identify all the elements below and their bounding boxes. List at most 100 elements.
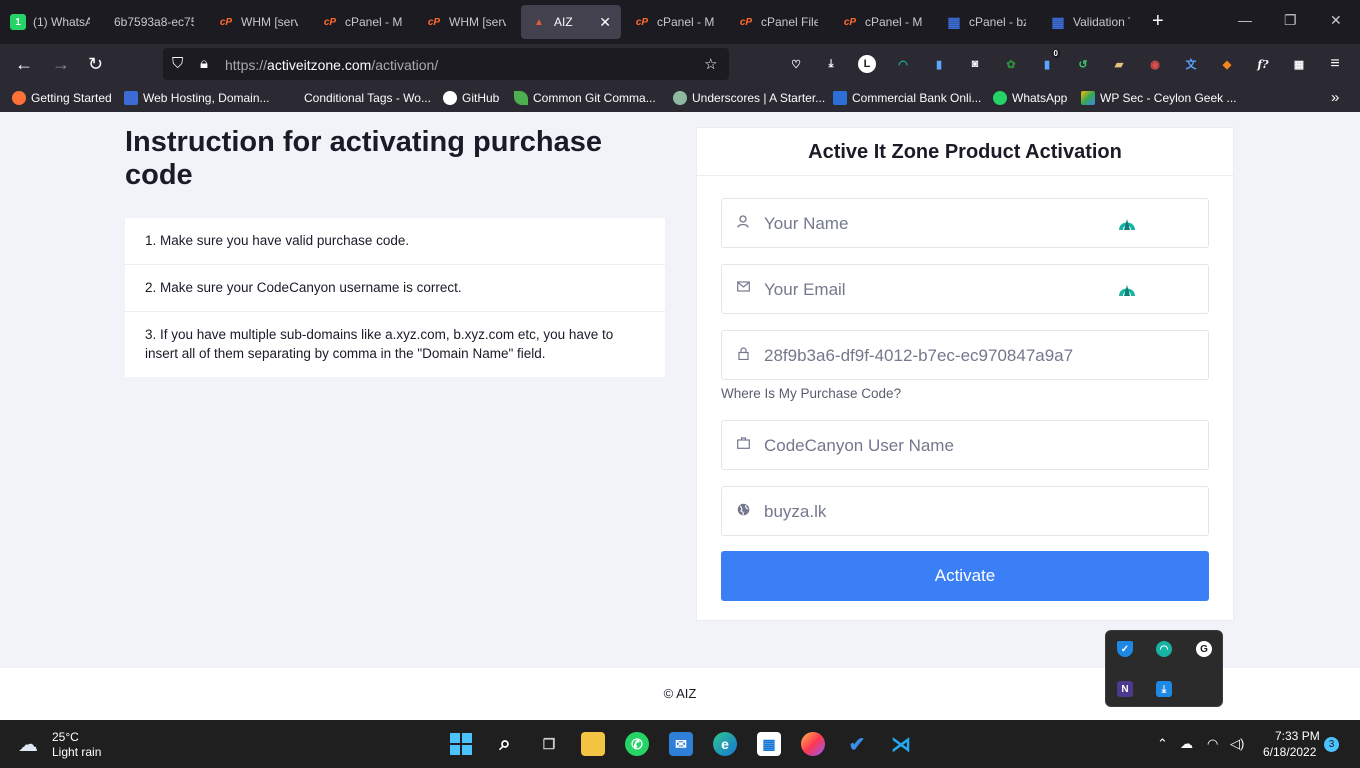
tab-cpanel-bz[interactable]: ▦ cPanel - bz xyxy=(936,5,1036,39)
download-icon[interactable]: ⤓ xyxy=(822,55,840,73)
email-placeholder: Your Email xyxy=(764,280,846,299)
bookmark-git-commands[interactable]: Common Git Comma... xyxy=(514,91,656,105)
clock-time[interactable]: 7:33 PM xyxy=(1275,729,1320,743)
notification-badge[interactable]: 3 xyxy=(1324,737,1339,752)
domain-field[interactable]: buyza.lk xyxy=(721,486,1209,536)
vpn-icon[interactable]: ◠ xyxy=(894,55,912,73)
email-field[interactable]: Your Email xyxy=(721,264,1209,314)
bookmark-getting-started[interactable]: Getting Started xyxy=(12,91,112,105)
mail-icon xyxy=(736,281,750,297)
tab-whm-2[interactable]: cP WHM [serv xyxy=(416,5,516,39)
bank-icon xyxy=(833,91,847,105)
card-title: Active It Zone Product Activation xyxy=(697,128,1233,176)
underscores-icon xyxy=(673,91,687,105)
record-icon[interactable]: ◉ xyxy=(1146,55,1164,73)
cpanel-icon: cP xyxy=(427,16,441,28)
notes-icon[interactable]: ▰ xyxy=(1110,55,1128,73)
forward-icon[interactable]: → xyxy=(52,54,70,75)
search-icon[interactable]: ⌕ xyxy=(493,732,517,756)
bookmarks-overflow-icon[interactable]: » xyxy=(1331,89,1339,106)
lock-icon[interactable]: 🔒︎ xyxy=(200,55,208,72)
browser-tab-bar: 1 (1) WhatsAp 6b7593a8-ec75 cP WHM [serv… xyxy=(0,0,1360,44)
tab-uuid[interactable]: 6b7593a8-ec75 xyxy=(104,5,204,39)
grammarly-icon[interactable]: G xyxy=(1196,641,1212,657)
purchase-code-field[interactable]: 28f9b3a6-df9f-4012-b7ec-ec970847a9a7 xyxy=(721,330,1209,380)
clock-date[interactable]: 6/18/2022 xyxy=(1263,745,1316,759)
screenshot-icon[interactable]: ◙ xyxy=(966,55,984,73)
security-icon[interactable]: ✓ xyxy=(1117,641,1133,657)
edge-icon[interactable]: e xyxy=(713,732,737,756)
globe-icon xyxy=(736,503,750,519)
url-bar[interactable]: ⛉ 🔒︎ https://activeitzone.com/activation… xyxy=(163,48,729,80)
qr-code-icon[interactable]: ▦ xyxy=(1290,55,1308,73)
file-explorer-icon[interactable] xyxy=(581,732,605,756)
bookmark-whatsapp[interactable]: WhatsApp xyxy=(993,91,1067,105)
task-view-icon[interactable]: ❐ xyxy=(537,732,561,756)
sync-icon[interactable]: ↺ xyxy=(1074,55,1092,73)
window-close-icon[interactable]: ✕ xyxy=(1330,12,1342,29)
bookmark-github[interactable]: GitHub xyxy=(443,91,499,105)
store-icon[interactable]: ▦ xyxy=(757,732,781,756)
pocket-icon[interactable]: ♡ xyxy=(787,55,805,73)
weather-temperature[interactable]: 25°C xyxy=(52,730,79,744)
whatsapp-icon[interactable]: ✆ xyxy=(625,732,649,756)
tab-validation[interactable]: ▦ Validation T xyxy=(1040,5,1140,39)
weather-icon[interactable]: ☁ xyxy=(18,732,38,757)
tab-cpanel-3[interactable]: cP cPanel - M xyxy=(832,5,932,39)
extension-icon[interactable]: ▮ xyxy=(930,55,948,73)
onenote-icon[interactable]: N xyxy=(1117,681,1133,697)
close-tab-icon[interactable]: ✕ xyxy=(599,14,611,31)
leaf-extension-icon[interactable]: ✿ xyxy=(1002,55,1020,73)
page-title: Instruction for activating purchase code xyxy=(125,126,602,191)
back-icon[interactable]: ← xyxy=(15,54,33,75)
url-text[interactable]: https://activeitzone.com/activation/ xyxy=(225,57,438,73)
download-manager-icon[interactable]: ⤓ xyxy=(1156,681,1172,697)
vscode-icon[interactable]: ⋊ xyxy=(889,732,913,756)
tab-whm-1[interactable]: cP WHM [serv xyxy=(208,5,308,39)
bookmark-underscores[interactable]: Underscores | A Starter... xyxy=(673,91,825,105)
purchase-code-help-link[interactable]: Where Is My Purchase Code? xyxy=(721,386,901,401)
bookmark-commercial-bank[interactable]: Commercial Bank Onli... xyxy=(833,91,981,105)
badge-extension-icon[interactable]: 0 ▮ xyxy=(1038,49,1060,73)
metamask-icon[interactable]: ◆ xyxy=(1218,55,1236,73)
mail-icon[interactable]: ✉ xyxy=(669,732,693,756)
password-manager-icon[interactable] xyxy=(1117,281,1137,297)
volume-icon[interactable]: ◁) xyxy=(1230,736,1244,752)
tab-whatsapp[interactable]: 1 (1) WhatsAp xyxy=(0,5,100,39)
instruction-list: 1. Make sure you have valid purchase cod… xyxy=(125,218,665,377)
reload-icon[interactable]: ↻ xyxy=(88,54,103,75)
new-tab-button[interactable]: + xyxy=(1152,10,1164,33)
wifi-icon[interactable]: ◠ xyxy=(1207,736,1218,752)
tab-cpanel-2[interactable]: cP cPanel - M xyxy=(624,5,724,39)
tab-cpanel-1[interactable]: cP cPanel - M xyxy=(312,5,412,39)
minimize-icon[interactable]: — xyxy=(1238,12,1252,28)
chevron-up-icon[interactable]: ⌃ xyxy=(1157,736,1168,752)
todo-icon[interactable]: ✔ xyxy=(845,732,869,756)
bookmark-conditional-tags[interactable]: Conditional Tags - Wo... xyxy=(304,91,431,105)
vpn-icon[interactable]: ◠ xyxy=(1156,641,1172,657)
translate-icon[interactable]: 文 xyxy=(1182,55,1200,73)
name-placeholder: Your Name xyxy=(764,214,849,233)
aiz-icon: ▲ xyxy=(534,16,544,28)
tab-cpanel-file[interactable]: cP cPanel File xyxy=(728,5,828,39)
tab-aiz[interactable]: ▲ AIZ ✕ xyxy=(521,5,621,39)
bookmark-wp-sec[interactable]: WP Sec - Ceylon Geek ... xyxy=(1081,91,1237,105)
weather-description[interactable]: Light rain xyxy=(52,745,101,759)
restore-icon[interactable]: ❐ xyxy=(1284,12,1297,29)
onedrive-icon[interactable]: ☁ xyxy=(1180,736,1193,752)
lock-icon xyxy=(736,347,750,363)
password-manager-icon[interactable] xyxy=(1117,215,1137,231)
briefcase-icon xyxy=(736,437,750,453)
shield-icon[interactable]: ⛉ xyxy=(172,55,183,72)
firefox-icon[interactable] xyxy=(801,732,825,756)
name-field[interactable]: Your Name xyxy=(721,198,1209,248)
bookmark-web-hosting[interactable]: Web Hosting, Domain... xyxy=(124,91,270,105)
menu-icon[interactable]: ≡ xyxy=(1326,55,1344,73)
cpanel-icon: cP xyxy=(635,16,649,28)
username-field[interactable]: CodeCanyon User Name xyxy=(721,420,1209,470)
bookmark-star-icon[interactable]: ☆ xyxy=(704,55,717,73)
activate-button[interactable]: Activate xyxy=(721,551,1209,601)
start-icon[interactable] xyxy=(449,732,473,756)
function-icon[interactable]: f? xyxy=(1254,55,1272,73)
profile-icon[interactable]: L xyxy=(858,55,876,73)
